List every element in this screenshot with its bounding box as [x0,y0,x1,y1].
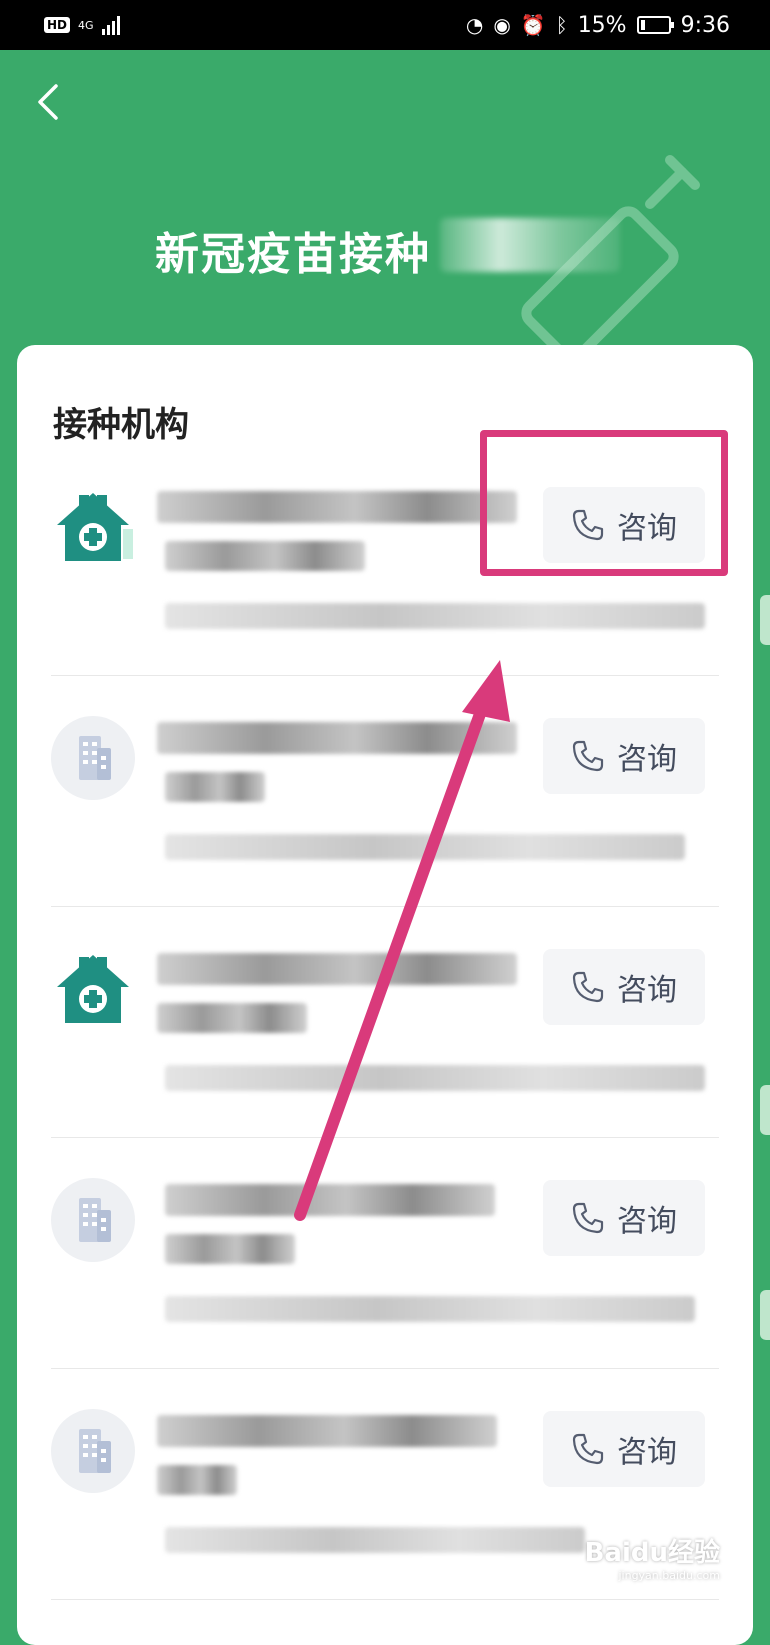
consult-label: 咨询 [617,742,677,777]
institution-name-redacted [165,541,365,571]
network-type: 4G [78,20,94,31]
section-title: 接种机构 [53,405,189,445]
phone-icon [572,1433,604,1465]
consult-label: 咨询 [617,1435,677,1470]
institution-name-redacted [157,491,517,523]
back-icon[interactable] [30,82,70,122]
institution-address-redacted [165,1065,705,1091]
institution-name-redacted [165,772,265,802]
phone-icon [572,509,604,541]
hd-badge: HD [44,17,71,33]
phone-icon [572,971,604,1003]
battery-percent: 15% [577,12,627,38]
consult-label: 咨询 [617,973,677,1008]
list-item[interactable]: 咨询 [17,907,753,1138]
consult-button[interactable]: 咨询 [543,949,705,1025]
institution-name-redacted [165,1234,295,1264]
list-item[interactable]: 咨询 [17,1138,753,1369]
data-saver-icon: ◔ [465,13,484,37]
alarm-icon: ⏰ [520,13,546,37]
watermark: Baidu经验 jingyan.baidu.com [585,1532,720,1582]
bluetooth-icon: ᛒ [555,13,568,37]
watermark-url: jingyan.baidu.com [618,1569,720,1582]
institution-card: 接种机构 咨询 咨询 咨询 咨询 咨询 [17,345,753,1645]
clinic-icon [57,955,129,1023]
edge-scroll-tab [760,1290,770,1340]
institution-address-redacted [165,1527,585,1553]
phone-icon [572,1202,604,1234]
building-icon [51,1178,135,1262]
building-icon [51,1409,135,1493]
battery-icon [636,16,674,34]
clock: 9:36 [680,12,730,38]
edge-scroll-tab [760,595,770,645]
institution-list: 咨询 咨询 咨询 咨询 咨询 [17,445,753,1600]
edge-scroll-tab [760,1085,770,1135]
list-item[interactable]: 咨询 [17,445,753,676]
phone-icon [572,740,604,772]
clinic-icon [57,493,133,561]
institution-address-redacted [165,603,705,629]
consult-button[interactable]: 咨询 [543,1180,705,1256]
institution-address-redacted [165,1296,695,1322]
network-label: 4G [78,18,94,32]
institution-name-redacted [157,1003,307,1033]
status-right: ◔ ◉ ⏰ ᛒ 15% 9:36 [466,13,730,38]
consult-button[interactable]: 咨询 [543,1411,705,1487]
list-item[interactable]: 咨询 [17,676,753,907]
consult-button[interactable]: 咨询 [543,718,705,794]
status-bar: HD 4G ◔ ◉ ⏰ ᛒ 15% 9:36 [0,0,770,50]
institution-name-redacted [157,1465,237,1495]
page-header: 新冠疫苗接种 [0,50,770,380]
consult-label: 咨询 [617,1204,677,1239]
institution-name-redacted [165,1184,495,1216]
signal-icon [101,15,120,35]
institution-name-redacted [157,1415,497,1447]
eye-comfort-icon: ◉ [493,13,511,37]
building-icon [51,716,135,800]
consult-button[interactable]: 咨询 [543,487,705,563]
institution-address-redacted [165,834,685,860]
battery-fill [640,20,645,30]
status-left: HD 4G [44,15,120,35]
watermark-brand: Baidu经验 [584,1538,720,1568]
institution-name-redacted [157,953,517,985]
consult-label: 咨询 [617,511,677,546]
page-title: 新冠疫苗接种 [155,229,431,280]
institution-name-redacted [157,722,517,754]
